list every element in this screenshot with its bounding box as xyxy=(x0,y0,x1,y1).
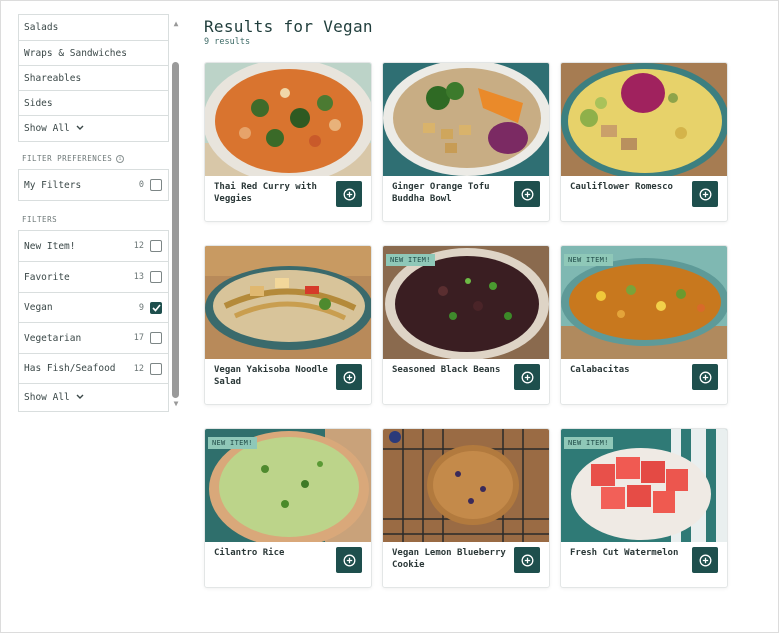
filters-list: New Item! 12 Favorite 13 Vegan 9 Vegetar… xyxy=(18,230,169,412)
product-card[interactable]: NEW ITEM! Calabacitas xyxy=(560,245,728,405)
product-card[interactable]: NEW ITEM! Fresh Cut Watermelon xyxy=(560,428,728,588)
product-card[interactable]: Ginger Orange Tofu Buddha Bowl xyxy=(382,62,550,222)
scroll-down-icon[interactable]: ▼ xyxy=(172,400,180,408)
add-to-cart-button[interactable] xyxy=(514,181,540,207)
category-list: Salads Wraps & Sandwiches Shareables Sid… xyxy=(18,14,169,142)
scroll-up-icon[interactable]: ▲ xyxy=(172,20,180,28)
add-to-cart-button[interactable] xyxy=(692,547,718,573)
sidebar-scrollbar[interactable]: ▲ ▼ xyxy=(170,14,182,414)
filter-preferences-title: FILTER PREFERENCES xyxy=(22,154,113,163)
filter-preferences-heading: FILTER PREFERENCES i xyxy=(22,154,169,163)
filter-checkbox-checked[interactable] xyxy=(150,301,162,314)
product-card[interactable]: Thai Red Curry with Veggies xyxy=(204,62,372,222)
add-to-cart-button[interactable] xyxy=(692,181,718,207)
chevron-down-icon xyxy=(76,393,84,402)
product-card[interactable]: Vegan Lemon Blueberry Cookie xyxy=(382,428,550,588)
product-card[interactable]: NEW ITEM! Seasoned Black Beans xyxy=(382,245,550,405)
food-photo xyxy=(205,63,371,176)
new-item-badge: NEW ITEM! xyxy=(564,254,613,266)
add-to-cart-button[interactable] xyxy=(692,364,718,390)
show-all-label: Show All xyxy=(24,123,70,134)
my-filters-label: My Filters xyxy=(24,179,82,191)
plus-circle-icon xyxy=(699,188,711,200)
filter-label: Favorite xyxy=(24,271,70,283)
add-to-cart-button[interactable] xyxy=(336,547,362,573)
add-to-cart-button[interactable] xyxy=(514,364,540,390)
filter-item-new-item[interactable]: New Item! 12 xyxy=(19,231,168,261)
plus-circle-icon xyxy=(343,188,355,200)
category-label: Shareables xyxy=(24,72,82,84)
new-item-badge: NEW ITEM! xyxy=(564,437,613,449)
filter-label: New Item! xyxy=(24,240,76,252)
filter-checkbox[interactable] xyxy=(150,271,162,283)
product-name: Thai Red Curry with Veggies xyxy=(214,182,317,204)
plus-circle-icon xyxy=(343,554,355,566)
filter-label: Vegan xyxy=(24,302,53,313)
add-to-cart-button[interactable] xyxy=(336,181,362,207)
my-filters-box: My Filters 0 xyxy=(18,169,169,201)
category-item-sides[interactable]: Sides xyxy=(19,90,168,115)
filter-count: 17 xyxy=(133,333,144,343)
scrollbar-thumb[interactable] xyxy=(172,62,179,398)
product-name: Fresh Cut Watermelon xyxy=(570,548,679,558)
filter-item-favorite[interactable]: Favorite 13 xyxy=(19,261,168,292)
show-all-label: Show All xyxy=(24,392,70,403)
filter-count: 12 xyxy=(133,363,144,374)
filter-item-has-fish-seafood[interactable]: Has Fish/Seafood 12 xyxy=(19,353,168,383)
category-label: Wraps & Sandwiches xyxy=(24,47,127,59)
new-item-badge: NEW ITEM! xyxy=(386,254,435,266)
my-filters-item[interactable]: My Filters 0 xyxy=(19,170,168,200)
product-name: Vegan Lemon Blueberry Cookie xyxy=(392,548,506,570)
category-item-wraps-sandwiches[interactable]: Wraps & Sandwiches xyxy=(19,40,168,65)
product-name: Vegan Yakisoba Noodle Salad xyxy=(214,365,328,387)
product-name: Cilantro Rice xyxy=(214,548,285,558)
my-filters-count: 0 xyxy=(138,180,144,190)
filter-sidebar: Salads Wraps & Sandwiches Shareables Sid… xyxy=(18,14,169,414)
add-to-cart-button[interactable] xyxy=(514,547,540,573)
plus-circle-icon xyxy=(699,371,711,383)
filters-show-all-button[interactable]: Show All xyxy=(19,383,168,411)
food-photo xyxy=(383,63,549,176)
plus-circle-icon xyxy=(521,554,533,566)
plus-circle-icon xyxy=(521,188,533,200)
product-name: Seasoned Black Beans xyxy=(392,365,501,375)
page-title: Results for Vegan xyxy=(204,17,373,36)
filter-count: 12 xyxy=(133,241,144,251)
category-item-shareables[interactable]: Shareables xyxy=(19,65,168,90)
plus-circle-icon xyxy=(699,554,711,566)
filters-title: FILTERS xyxy=(22,215,58,224)
filter-checkbox[interactable] xyxy=(150,332,162,344)
filter-count: 9 xyxy=(138,302,144,313)
filter-item-vegan[interactable]: Vegan 9 xyxy=(19,292,168,322)
category-label: Sides xyxy=(24,97,53,109)
product-name: Ginger Orange Tofu Buddha Bowl xyxy=(392,182,490,204)
product-card[interactable]: Vegan Yakisoba Noodle Salad xyxy=(204,245,372,405)
plus-circle-icon xyxy=(521,371,533,383)
my-filters-checkbox[interactable] xyxy=(150,179,162,191)
category-item-salads[interactable]: Salads xyxy=(19,15,168,40)
filter-count: 13 xyxy=(133,272,144,282)
food-photo xyxy=(383,429,549,542)
chevron-down-icon xyxy=(76,124,84,133)
info-icon[interactable]: i xyxy=(116,154,125,163)
add-to-cart-button[interactable] xyxy=(336,364,362,390)
new-item-badge: NEW ITEM! xyxy=(208,437,257,449)
food-photo xyxy=(205,246,371,359)
product-card[interactable]: NEW ITEM! Cilantro Rice xyxy=(204,428,372,588)
category-label: Salads xyxy=(24,22,59,33)
plus-circle-icon xyxy=(343,371,355,383)
checkmark-icon xyxy=(151,303,161,312)
filter-label: Vegetarian xyxy=(24,332,82,344)
product-name: Calabacitas xyxy=(570,365,630,375)
filters-heading: FILTERS xyxy=(22,215,169,224)
results-count: 9 results xyxy=(204,37,251,47)
filter-checkbox[interactable] xyxy=(150,362,162,375)
filter-label: Has Fish/Seafood xyxy=(24,363,116,374)
categories-show-all-button[interactable]: Show All xyxy=(19,115,168,141)
product-card[interactable]: Cauliflower Romesco xyxy=(560,62,728,222)
food-photo xyxy=(561,63,727,176)
product-name: Cauliflower Romesco xyxy=(570,182,673,192)
filter-checkbox[interactable] xyxy=(150,240,162,252)
filter-item-vegetarian[interactable]: Vegetarian 17 xyxy=(19,322,168,353)
